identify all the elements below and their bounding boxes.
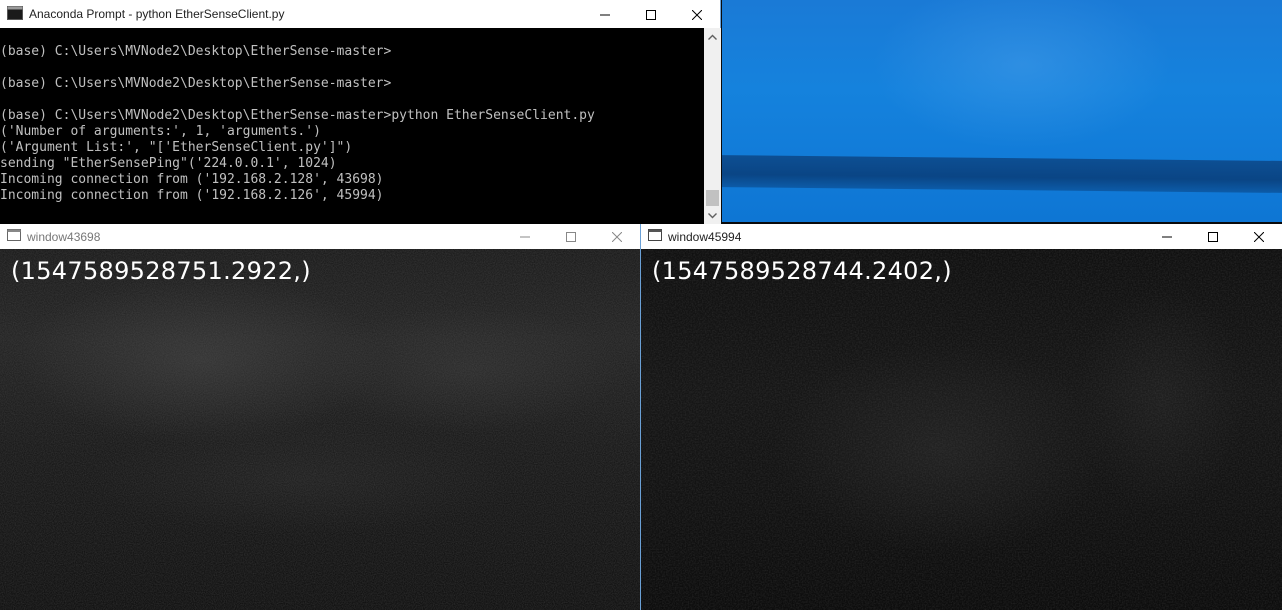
scroll-up-button[interactable] bbox=[704, 28, 721, 45]
depth-image-45994: (1547589528744.2402,) bbox=[641, 249, 1282, 610]
maximize-button[interactable] bbox=[1190, 224, 1236, 249]
scroll-thumb[interactable] bbox=[706, 190, 719, 206]
window43698-title: window43698 bbox=[27, 229, 101, 244]
frame-timestamp: (1547589528751.2922,) bbox=[11, 257, 311, 285]
maximize-icon bbox=[566, 231, 576, 242]
console-line: ('Number of arguments:', 1, 'arguments.'… bbox=[0, 124, 321, 139]
maximize-button[interactable] bbox=[548, 224, 594, 249]
close-button[interactable] bbox=[1236, 224, 1282, 249]
chevron-down-icon bbox=[708, 212, 717, 218]
close-button[interactable] bbox=[594, 224, 640, 249]
desktop-wallpaper bbox=[722, 0, 1282, 222]
depth-window-45994[interactable]: window45994 (1547589528744.2402,) bbox=[640, 224, 1282, 610]
window45994-titlebar[interactable]: window45994 bbox=[641, 224, 1282, 249]
console-line: Incoming connection from ('192.168.2.128… bbox=[0, 172, 384, 187]
console-line: (base) C:\Users\MVNode2\Desktop\EtherSen… bbox=[0, 108, 595, 123]
window43698-titlebar[interactable]: window43698 bbox=[0, 224, 640, 249]
depth-image-43698: (1547589528751.2922,) bbox=[0, 249, 640, 610]
minimize-button[interactable] bbox=[502, 224, 548, 249]
depth-noise-texture bbox=[0, 249, 640, 610]
console-line: Incoming connection from ('192.168.2.126… bbox=[0, 188, 384, 203]
console-scrollbar[interactable] bbox=[704, 28, 721, 224]
console-titlebar[interactable]: Anaconda Prompt - python EtherSenseClien… bbox=[0, 0, 720, 28]
console-output[interactable]: (base) C:\Users\MVNode2\Desktop\EtherSen… bbox=[0, 28, 704, 224]
console-window[interactable]: Anaconda Prompt - python EtherSenseClien… bbox=[0, 0, 721, 224]
wallpaper-light bbox=[872, 0, 1172, 150]
close-icon bbox=[1254, 231, 1264, 242]
minimize-icon bbox=[520, 236, 530, 237]
minimize-icon bbox=[1162, 236, 1172, 237]
maximize-icon bbox=[1208, 231, 1218, 242]
window45994-title: window45994 bbox=[668, 229, 742, 244]
close-icon bbox=[612, 231, 622, 242]
scroll-down-button[interactable] bbox=[704, 207, 721, 224]
maximize-button[interactable] bbox=[628, 0, 674, 29]
depth-window-43698[interactable]: window43698 (1547589528751.2922,) bbox=[0, 224, 640, 610]
console-title: Anaconda Prompt - python EtherSenseClien… bbox=[29, 7, 285, 21]
window-icon bbox=[7, 229, 21, 244]
minimize-button[interactable] bbox=[582, 0, 628, 29]
window-icon bbox=[648, 229, 662, 244]
frame-timestamp: (1547589528744.2402,) bbox=[652, 257, 952, 285]
depth-noise-texture bbox=[641, 249, 1282, 610]
wallpaper-shadow-band bbox=[722, 155, 1282, 193]
console-line: (base) C:\Users\MVNode2\Desktop\EtherSen… bbox=[0, 76, 392, 91]
console-line: (base) C:\Users\MVNode2\Desktop\EtherSen… bbox=[0, 44, 392, 59]
console-icon bbox=[7, 5, 23, 23]
maximize-icon bbox=[646, 9, 656, 20]
minimize-button[interactable] bbox=[1144, 224, 1190, 249]
close-button[interactable] bbox=[674, 0, 720, 29]
close-icon bbox=[692, 9, 702, 20]
minimize-icon bbox=[600, 14, 610, 15]
console-line: ('Argument List:', "['EtherSenseClient.p… bbox=[0, 140, 353, 155]
console-line: sending "EtherSensePing"('224.0.0.1', 10… bbox=[0, 156, 337, 171]
chevron-up-icon bbox=[708, 34, 717, 40]
